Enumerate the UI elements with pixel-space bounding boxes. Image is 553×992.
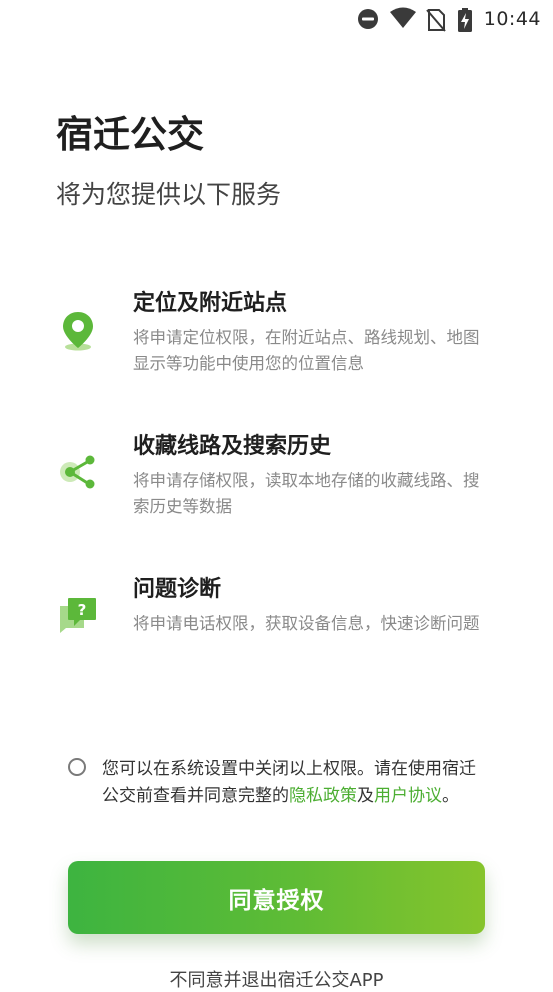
battery-icon [458,8,472,32]
permission-description: 将申请定位权限，在附近站点、路线规划、地图显示等功能中使用您的位置信息 [133,328,480,373]
question-chat-icon: ? [60,598,96,633]
agreement-period: 。 [442,786,459,806]
wifi-icon [390,7,416,28]
permission-description: 将申请电话权限，获取设备信息，快速诊断问题 [133,614,480,633]
permission-description: 将申请存储权限，读取本地存储的收藏线路、搜索历史等数据 [133,471,480,516]
agree-authorize-button[interactable]: 同意授权 [68,861,485,934]
agreement-text: 您可以在系统设置中关闭以上权限。请在使用宿迁公交前查看并同意完整的隐私政策及用户… [102,756,492,810]
app-title: 宿迁公交 [56,113,204,156]
status-bar: 10:44 [0,0,553,38]
permission-item-phone: ? 问题诊断 将申请电话权限，获取设备信息，快速诊断问题 [0,571,553,681]
no-sim-icon [426,9,446,32]
clock-time: 10:44 [483,8,541,30]
svg-text:?: ? [78,601,87,619]
agreement-radio[interactable] [68,758,86,776]
page-subtitle: 将为您提供以下服务 [56,180,282,209]
permission-title: 问题诊断 [133,577,222,602]
dnd-icon [358,9,378,29]
user-agreement-link[interactable]: 用户协议 [374,786,442,806]
permission-item-storage: 收藏线路及搜索历史 将申请存储权限，读取本地存储的收藏线路、搜索历史等数据 [0,428,553,538]
permission-title: 收藏线路及搜索历史 [133,434,332,459]
permission-item-location: 定位及附近站点 将申请定位权限，在附近站点、路线规划、地图显示等功能中使用您的位… [0,285,553,395]
share-nodes-icon [60,455,95,489]
privacy-policy-link[interactable]: 隐私政策 [289,786,357,806]
location-pin-icon [63,312,93,351]
reject-exit-link[interactable]: 不同意并退出宿迁公交APP [0,966,553,992]
permission-title: 定位及附近站点 [133,291,288,316]
agreement-and: 及 [357,786,374,806]
